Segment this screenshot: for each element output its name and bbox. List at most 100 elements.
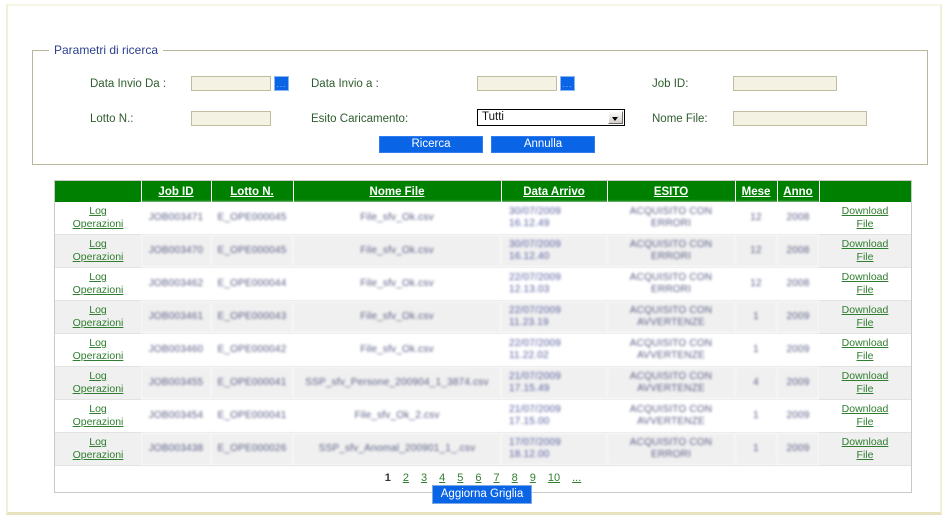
table-row: Log Operazioni JOB003438 E_OPE000026 SSP_sfv…	[55, 432, 911, 466]
cell-nome-file: File_sfv_Ok_2.csv	[293, 399, 501, 433]
header-job-id[interactable]: Job ID	[141, 181, 212, 202]
log-operazioni-link-line2[interactable]: Operazioni	[73, 251, 124, 263]
cell-mese: 1	[735, 432, 777, 466]
chevron-down-icon[interactable]	[608, 111, 623, 124]
cell-job-id: JOB003454	[141, 399, 211, 433]
log-operazioni-link[interactable]: Log	[89, 304, 107, 316]
download-file-link[interactable]: Download	[842, 436, 889, 448]
cell-job-id: JOB003460	[141, 333, 211, 367]
pager-page-link[interactable]: 9	[530, 472, 536, 484]
download-file-link[interactable]: Download	[842, 337, 889, 349]
lotto-input[interactable]	[191, 111, 271, 126]
download-file-link[interactable]: Download	[842, 304, 889, 316]
header-anno[interactable]: Anno	[777, 181, 820, 202]
pager-page-link[interactable]: 3	[421, 472, 427, 484]
download-file-cell: Download File	[819, 202, 911, 235]
header-job-id-label[interactable]: Job ID	[158, 186, 193, 198]
label-data-invio-da: Data Invio Da :	[90, 78, 167, 90]
pager-page-link[interactable]: 7	[493, 472, 499, 484]
cell-data-arrivo: 21/07/2009 17.15.00	[501, 399, 607, 433]
download-file-link-line2[interactable]: File	[857, 350, 874, 362]
log-operazioni-link[interactable]: Log	[89, 436, 107, 448]
download-file-link-line2[interactable]: File	[857, 218, 874, 230]
pager-page-link[interactable]: 5	[457, 472, 463, 484]
cancel-button[interactable]: Annulla	[491, 136, 595, 153]
header-data-arrivo-label[interactable]: Data Arrivo	[523, 186, 585, 198]
esito-selected-value: Tutti	[482, 111, 504, 123]
table-row: Log Operazioni JOB003471 E_OPE000045 File_sf…	[55, 202, 911, 235]
cell-job-id: JOB003438	[141, 432, 211, 466]
log-operazioni-cell: Log Operazioni	[55, 366, 141, 400]
search-button[interactable]: Ricerca	[379, 136, 483, 153]
cell-esito: ACQUISITO CON AVVERTENZE	[607, 300, 735, 334]
log-operazioni-link[interactable]: Log	[89, 271, 107, 283]
pager-next-group-link[interactable]: ...	[572, 472, 581, 484]
log-operazioni-link[interactable]: Log	[89, 403, 107, 415]
cell-esito: ACQUISITO CON ERRORI	[607, 432, 735, 466]
data-invio-a-input[interactable]	[477, 76, 557, 91]
log-operazioni-link[interactable]: Log	[89, 205, 107, 217]
download-file-link[interactable]: Download	[842, 403, 889, 415]
log-operazioni-link[interactable]: Log	[89, 370, 107, 382]
header-nome-file[interactable]: Nome File	[293, 181, 502, 202]
cell-nome-file: File_sfv_Ok.csv	[293, 333, 501, 367]
log-operazioni-link-line2[interactable]: Operazioni	[73, 416, 124, 428]
data-invio-da-input[interactable]	[191, 76, 271, 91]
log-operazioni-link-line2[interactable]: Operazioni	[73, 284, 124, 296]
data-invio-da-calendar-button[interactable]: ...	[274, 76, 289, 91]
pager-page-link[interactable]: 4	[439, 472, 445, 484]
log-operazioni-link-line2[interactable]: Operazioni	[73, 350, 124, 362]
table-row: Log Operazioni JOB003461 E_OPE000043 File_sf…	[55, 300, 911, 334]
download-file-cell: Download File	[819, 267, 911, 301]
download-file-link-line2[interactable]: File	[857, 251, 874, 263]
log-operazioni-link-line2[interactable]: Operazioni	[73, 317, 124, 329]
header-nome-file-label[interactable]: Nome File	[370, 186, 425, 198]
label-esito-caricamento: Esito Caricamento:	[311, 113, 409, 125]
pager-page-link[interactable]: 6	[475, 472, 481, 484]
job-id-input[interactable]	[733, 76, 837, 91]
table-row: Log Operazioni JOB003462 E_OPE000044 File_sf…	[55, 267, 911, 301]
log-operazioni-link[interactable]: Log	[89, 337, 107, 349]
download-file-link-line2[interactable]: File	[857, 416, 874, 428]
label-data-invio-a: Data Invio a :	[311, 78, 379, 90]
header-anno-label[interactable]: Anno	[783, 186, 812, 198]
data-invio-a-calendar-button[interactable]: ...	[560, 76, 575, 91]
pager-page-link[interactable]: 10	[548, 472, 560, 484]
cell-esito: ACQUISITO CON AVVERTENZE	[607, 366, 735, 400]
download-file-link[interactable]: Download	[842, 238, 889, 250]
log-operazioni-link[interactable]: Log	[89, 238, 107, 250]
download-file-link-line2[interactable]: File	[857, 449, 874, 461]
table-row: Log Operazioni JOB003460 E_OPE000042 File_sf…	[55, 333, 911, 367]
download-file-link-line2[interactable]: File	[857, 383, 874, 395]
download-file-link-line2[interactable]: File	[857, 317, 874, 329]
header-esito-label[interactable]: ESITO	[654, 186, 688, 198]
download-file-cell: Download File	[819, 234, 911, 268]
cell-data-arrivo: 17/07/2009 18.12.00	[501, 432, 607, 466]
log-operazioni-link-line2[interactable]: Operazioni	[73, 449, 124, 461]
download-file-link[interactable]: Download	[842, 370, 889, 382]
cell-data-arrivo: 21/07/2009 17.15.49	[501, 366, 607, 400]
label-job-id: Job ID:	[652, 78, 689, 90]
header-lotto-label[interactable]: Lotto N.	[230, 186, 273, 198]
log-operazioni-link-line2[interactable]: Operazioni	[73, 383, 124, 395]
pager-page-link[interactable]: 2	[403, 472, 409, 484]
grid-header-row: Job ID Lotto N. Nome File Data Arrivo ES…	[55, 181, 911, 202]
log-operazioni-cell: Log Operazioni	[55, 234, 141, 268]
header-mese[interactable]: Mese	[735, 181, 778, 202]
header-lotto[interactable]: Lotto N.	[211, 181, 294, 202]
cell-anno: 2008	[777, 267, 819, 301]
nome-file-input[interactable]	[733, 111, 867, 126]
table-row: Log Operazioni JOB003455 E_OPE000041 SSP_sfv…	[55, 366, 911, 400]
log-operazioni-cell: Log Operazioni	[55, 267, 141, 301]
header-esito[interactable]: ESITO	[607, 181, 736, 202]
label-nome-file: Nome File:	[652, 113, 708, 125]
header-mese-label[interactable]: Mese	[742, 186, 771, 198]
download-file-link[interactable]: Download	[842, 271, 889, 283]
pager-page-link[interactable]: 8	[512, 472, 518, 484]
download-file-link[interactable]: Download	[842, 205, 889, 217]
esito-caricamento-select[interactable]: Tutti	[477, 109, 625, 126]
refresh-grid-button[interactable]: Aggiorna Griglia	[432, 485, 532, 504]
log-operazioni-link-line2[interactable]: Operazioni	[73, 218, 124, 230]
download-file-link-line2[interactable]: File	[857, 284, 874, 296]
header-data-arrivo[interactable]: Data Arrivo	[501, 181, 608, 202]
